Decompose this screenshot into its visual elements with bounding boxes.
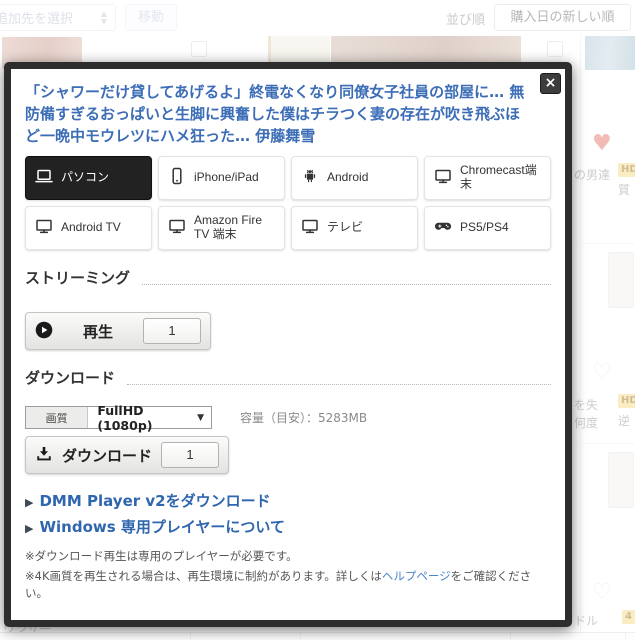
close-icon[interactable]: × <box>540 73 561 94</box>
device-button-pc[interactable]: パソコン <box>25 156 152 200</box>
device-button-iphone-ipad[interactable]: iPhone/iPad <box>158 156 285 200</box>
download-icon <box>35 445 53 466</box>
file-size-label: 容量（目安）：5283MB <box>240 409 367 426</box>
quality-row: 画質 FullHD (1080p) ▼ 容量（目安）：5283MB <box>25 406 551 429</box>
gamepad-icon <box>433 216 453 240</box>
quality-select-value: FullHD (1080p) <box>88 403 197 433</box>
dotted-rule <box>142 284 551 285</box>
device-button-android-tv[interactable]: Android TV <box>25 206 152 250</box>
quality-select[interactable]: 画質 FullHD (1080p) ▼ <box>25 406 212 429</box>
android-icon <box>300 166 320 190</box>
smartphone-icon <box>167 166 187 190</box>
download-button-label: ダウンロード <box>62 445 152 466</box>
triangle-bullet-icon: ▶ <box>25 522 33 535</box>
device-label: テレビ <box>327 221 363 235</box>
chevron-down-icon: ▼ <box>197 413 204 423</box>
device-button-fire-tv[interactable]: Amazon Fire TV 端末 <box>158 206 285 250</box>
download-section-header: ダウンロード <box>25 367 551 388</box>
quality-select-label: 画質 <box>26 407 88 428</box>
monitor-icon <box>300 216 320 240</box>
playback-selection-modal: × 「シャワーだけ貸してあげるよ」終電なくなり同僚女子社員の部屋に… 無防備すぎ… <box>4 62 572 627</box>
laptop-icon <box>34 166 54 190</box>
monitor-icon <box>34 216 54 240</box>
stream-count: 1 <box>143 318 201 344</box>
download-count: 1 <box>161 442 219 468</box>
download-heading: ダウンロード <box>25 367 115 388</box>
dotted-rule <box>127 384 551 385</box>
note-player-required: ※ダウンロード再生は専用のプレイヤーが必要です。 <box>25 548 551 565</box>
device-label: パソコン <box>61 171 109 185</box>
video-title-link[interactable]: 「シャワーだけ貸してあげるよ」終電なくなり同僚女子社員の部屋に… 無防備すぎるお… <box>25 81 533 147</box>
monitor-icon <box>433 166 453 190</box>
help-page-link[interactable]: ヘルプページ <box>382 569 451 583</box>
note-text: ※4K画質を再生される場合は、再生環境に制約があります。詳しくは <box>25 569 382 583</box>
link-label: DMM Player v2をダウンロード <box>39 492 270 510</box>
device-button-grid: パソコン iPhone/iPad <box>25 156 551 250</box>
play-button-label: 再生 <box>83 321 113 342</box>
device-label: iPhone/iPad <box>194 171 259 185</box>
play-button[interactable]: 再生 1 <box>25 312 211 350</box>
device-label: Amazon Fire TV 端末 <box>194 214 276 242</box>
streaming-heading: ストリーミング <box>25 267 130 288</box>
dmm-player-download-link[interactable]: ▶ DMM Player v2をダウンロード <box>25 489 551 515</box>
device-button-android[interactable]: Android <box>291 156 418 200</box>
device-label: Android TV <box>61 221 121 235</box>
link-label: Windows 専用プレイヤーについて <box>39 518 285 536</box>
play-icon <box>35 321 53 342</box>
windows-player-info-link[interactable]: ▶ Windows 専用プレイヤーについて <box>25 515 551 541</box>
streaming-section-header: ストリーミング <box>25 267 551 288</box>
download-button[interactable]: ダウンロード 1 <box>25 436 229 474</box>
device-button-ps5-ps4[interactable]: PS5/PS4 <box>424 206 551 250</box>
monitor-icon <box>167 216 187 240</box>
device-label: Android <box>327 171 368 185</box>
device-button-chromecast[interactable]: Chromecast端末 <box>424 156 551 200</box>
page: 追加先を選択 ▲▼ 移動 並び順 購入日の新しい順 ♥ の男達 HD 質 ♡ を… <box>0 0 635 640</box>
device-label: PS5/PS4 <box>460 221 509 235</box>
triangle-bullet-icon: ▶ <box>25 496 33 509</box>
device-button-tv[interactable]: テレビ <box>291 206 418 250</box>
note-4k-restriction: ※4K画質を再生される場合は、再生環境に制約があります。詳しくはヘルプページをご… <box>25 568 551 602</box>
device-label: Chromecast端末 <box>460 164 542 192</box>
player-links: ▶ DMM Player v2をダウンロード ▶ Windows 専用プレイヤーにつ… <box>25 489 551 541</box>
